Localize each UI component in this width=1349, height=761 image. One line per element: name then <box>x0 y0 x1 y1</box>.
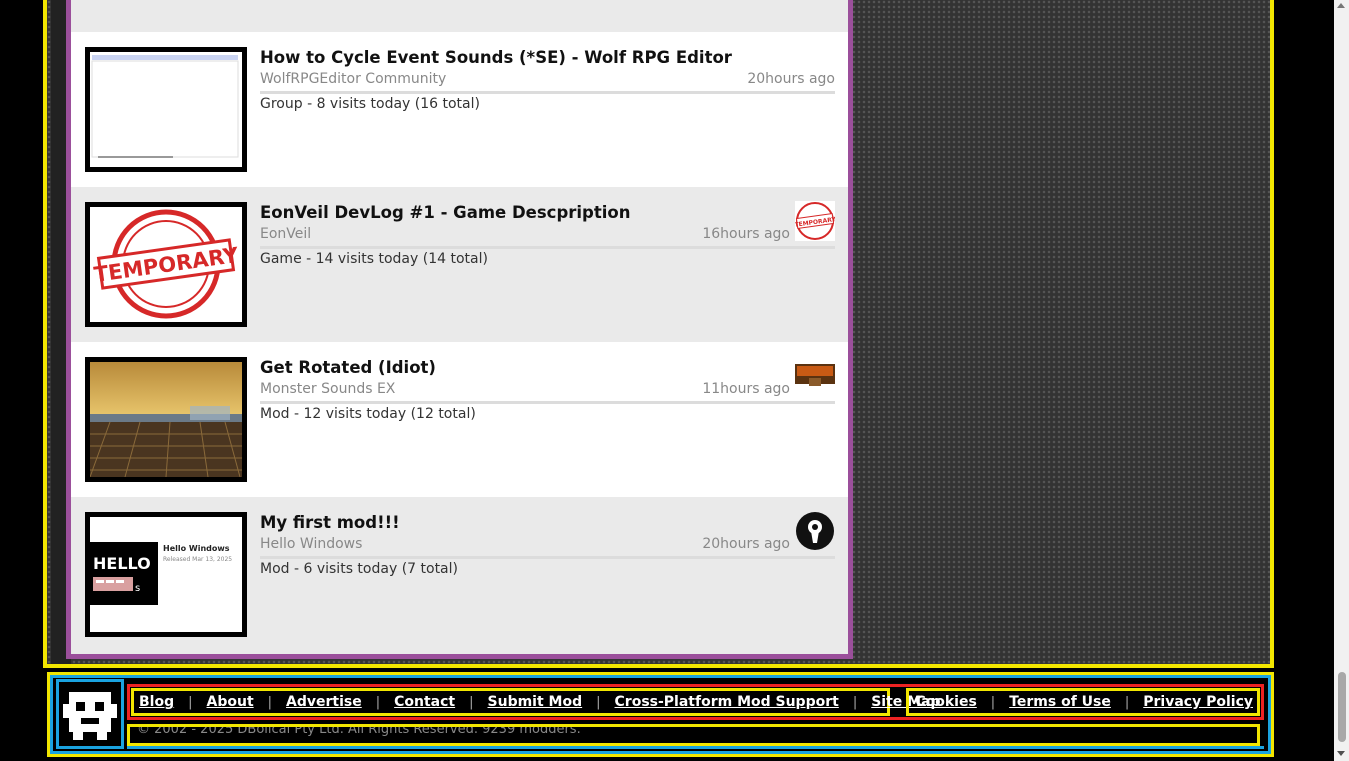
footer-link-about[interactable]: About <box>207 694 254 710</box>
svg-text:Hello Windows: Hello Windows <box>163 544 230 553</box>
item-source[interactable]: Monster Sounds EX <box>260 381 395 397</box>
keyhole-icon[interactable] <box>795 511 835 551</box>
footer-link-submit-mod[interactable]: Submit Mod <box>488 694 583 710</box>
svg-text:HELLO: HELLO <box>93 554 151 573</box>
temporary-stamp-icon[interactable]: TEMPORARY <box>795 201 835 241</box>
scroll-down-arrow-icon[interactable] <box>1337 751 1345 756</box>
footer-link-privacy[interactable]: Privacy Policy <box>1143 694 1253 710</box>
copyright-bar: © 2002 - 2025 DBolical Pty Ltd. All Righ… <box>127 724 1260 746</box>
footer-link-advertise[interactable]: Advertise <box>286 694 362 710</box>
item-time: 11hours ago <box>702 381 790 397</box>
footer-link-cross-platform[interactable]: Cross-Platform Mod Support <box>615 694 839 710</box>
item-time: 20hours ago <box>747 71 835 87</box>
item-thumbnail[interactable] <box>85 357 247 482</box>
page: How to Cycle Event Sounds (*SE) - Wolf R… <box>0 0 1349 761</box>
latest-updates-panel: How to Cycle Event Sounds (*SE) - Wolf R… <box>66 0 853 659</box>
item-info: Mod - 12 visits today (12 total) <box>260 406 476 422</box>
item-thumbnail[interactable]: TEMPORARY <box>85 202 247 327</box>
item-title[interactable]: EonVeil DevLog #1 - Game Descpription <box>260 203 631 222</box>
item-title[interactable]: My first mod!!! <box>260 513 400 532</box>
doom-logo-icon[interactable] <box>795 356 835 396</box>
footer-link-contact[interactable]: Contact <box>394 694 455 710</box>
item-info: Mod - 6 visits today (7 total) <box>260 561 458 577</box>
footer-link-cookies[interactable]: Cookies <box>915 694 976 710</box>
svg-text:Released Mar 13, 2025: Released Mar 13, 2025 <box>163 556 232 563</box>
footer-legal-nav: Cookies | Terms of Use | Privacy Policy <box>906 688 1260 716</box>
list-item[interactable]: How to Cycle Event Sounds (*SE) - Wolf R… <box>71 32 848 187</box>
item-title[interactable]: How to Cycle Event Sounds (*SE) - Wolf R… <box>260 48 732 67</box>
item-thumbnail[interactable]: HELLO s Hello Windows Released Mar 13, 2… <box>85 512 247 637</box>
item-source[interactable]: EonVeil <box>260 226 311 242</box>
list-item[interactable]: Get Rotated (Idiot) Monster Sounds EX 11… <box>71 342 848 497</box>
item-time: 16hours ago <box>702 226 790 242</box>
copyright-text: © 2002 - 2025 DBolical Pty Ltd. All Righ… <box>137 724 581 737</box>
item-info: Group - 8 visits today (16 total) <box>260 96 480 112</box>
scrollbar-thumb[interactable] <box>1338 672 1346 742</box>
footer-link-terms[interactable]: Terms of Use <box>1009 694 1111 710</box>
item-info: Game - 14 visits today (14 total) <box>260 251 488 267</box>
item-time: 20hours ago <box>702 536 790 552</box>
site-logo[interactable] <box>56 679 124 749</box>
scroll-up-arrow-icon[interactable] <box>1337 3 1345 8</box>
item-thumbnail[interactable] <box>85 47 247 172</box>
item-title[interactable]: Get Rotated (Idiot) <box>260 358 436 377</box>
footer-nav: Blog | About | Advertise | Contact | Sub… <box>131 688 941 716</box>
footer-link-blog[interactable]: Blog <box>139 694 174 710</box>
list-item[interactable]: TEMPORARY EonVeil DevLog #1 - Game Descp… <box>71 187 848 342</box>
item-source[interactable]: WolfRPGEditor Community <box>260 71 446 87</box>
item-source[interactable]: Hello Windows <box>260 536 362 552</box>
svg-text:s: s <box>135 583 140 594</box>
page-scrollbar[interactable] <box>1334 0 1349 761</box>
list-item[interactable]: HELLO s Hello Windows Released Mar 13, 2… <box>71 497 848 652</box>
